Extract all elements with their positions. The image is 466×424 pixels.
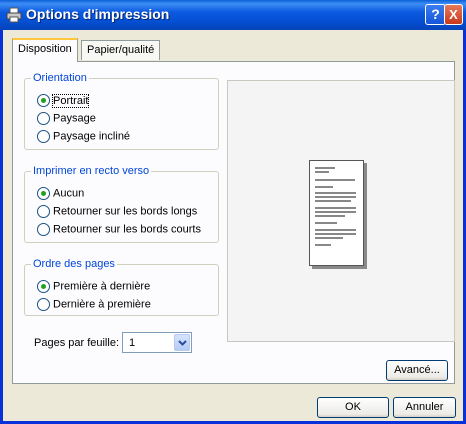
- tab-disposition[interactable]: Disposition: [12, 38, 78, 62]
- radio-landscape[interactable]: Paysage: [37, 112, 96, 128]
- ok-button[interactable]: OK: [317, 397, 389, 418]
- radio-unchecked-icon: [37, 112, 50, 125]
- radio-checked-icon: [37, 94, 50, 107]
- pages-per-sheet-label: Pages par feuille:: [34, 337, 119, 349]
- page-preview-icon: [309, 160, 364, 266]
- radio-flip-short-edge[interactable]: Retourner sur les bords courts: [37, 223, 201, 239]
- radio-checked-icon: [37, 187, 50, 200]
- orientation-group: Orientation Portrait Paysage Paysage inc…: [24, 72, 219, 150]
- page-order-legend: Ordre des pages: [33, 258, 115, 270]
- radio-duplex-none[interactable]: Aucun: [37, 187, 84, 203]
- title-bar[interactable]: Options d'impression ? X: [0, 0, 466, 30]
- pages-per-sheet-select[interactable]: 1: [122, 332, 192, 353]
- radio-portrait[interactable]: Portrait: [37, 93, 90, 110]
- cancel-button[interactable]: Annuler: [393, 397, 456, 418]
- tab-panel-disposition: Orientation Portrait Paysage Paysage inc…: [12, 61, 455, 384]
- close-button[interactable]: X: [444, 4, 463, 25]
- orientation-legend: Orientation: [33, 72, 87, 84]
- duplex-legend: Imprimer en recto verso: [33, 165, 150, 177]
- radio-unchecked-icon: [37, 130, 50, 143]
- radio-first-to-last[interactable]: Première à dernière: [37, 280, 150, 296]
- radio-checked-icon: [37, 280, 50, 293]
- layout-preview: [227, 80, 455, 342]
- radio-last-to-first[interactable]: Dernière à première: [37, 298, 151, 314]
- duplex-group: Imprimer en recto verso Aucun Retourner …: [24, 165, 219, 243]
- dropdown-button[interactable]: [174, 334, 190, 351]
- radio-unchecked-icon: [37, 205, 50, 218]
- tab-paper-quality[interactable]: Papier/qualité: [81, 40, 161, 60]
- advanced-button[interactable]: Avancé...: [386, 360, 448, 381]
- radio-rotated-landscape[interactable]: Paysage incliné: [37, 130, 130, 146]
- window-title: Options d'impression: [26, 6, 170, 22]
- radio-unchecked-icon: [37, 223, 50, 236]
- radio-flip-long-edge[interactable]: Retourner sur les bords longs: [37, 205, 197, 221]
- pages-per-sheet-value: 1: [129, 337, 136, 349]
- radio-unchecked-icon: [37, 298, 50, 311]
- print-options-dialog: Options d'impression ? X Disposition Pap…: [0, 0, 466, 424]
- help-button[interactable]: ?: [425, 4, 446, 25]
- printer-icon: [6, 7, 22, 23]
- page-order-group: Ordre des pages Première à dernière Dern…: [24, 258, 219, 316]
- chevron-down-icon: [178, 340, 187, 346]
